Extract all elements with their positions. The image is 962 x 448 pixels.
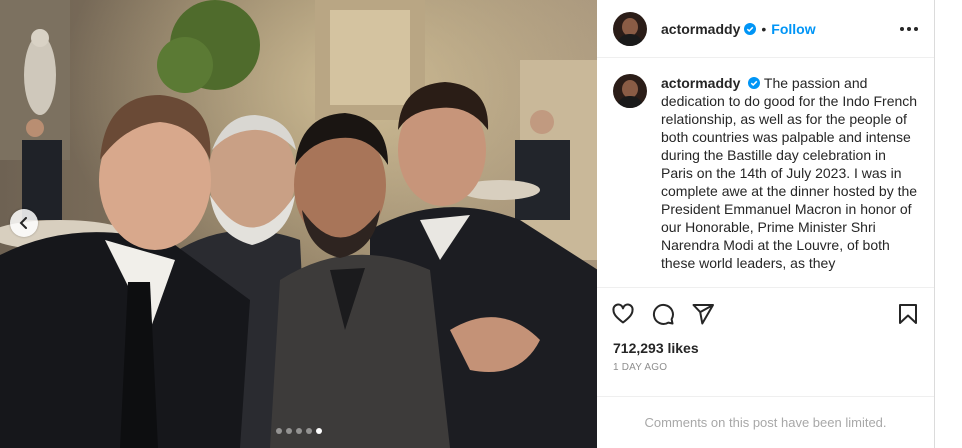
carousel-dot [305, 428, 312, 434]
carousel-prev-button[interactable] [10, 209, 38, 237]
carousel-dot [285, 428, 292, 434]
caption-text: actormaddy The passion and dedication to… [661, 74, 918, 287]
group-selfie-photo [0, 0, 597, 448]
carousel-dot [295, 428, 302, 434]
follow-button[interactable]: Follow [771, 21, 815, 37]
action-bar [597, 288, 934, 340]
heart-icon[interactable] [611, 302, 635, 326]
avatar[interactable] [613, 11, 647, 46]
more-options-icon[interactable] [900, 21, 918, 37]
likes-count[interactable]: 712,293 likes [597, 340, 934, 356]
carousel-dot [275, 428, 282, 434]
verified-badge-icon [744, 22, 757, 35]
caption-body: The passion and dedication to do good fo… [661, 75, 918, 271]
share-icon[interactable] [691, 302, 715, 326]
carousel-indicator [0, 428, 597, 434]
caption-username-link[interactable]: actormaddy [661, 75, 740, 91]
chevron-left-icon [19, 217, 27, 229]
post-timestamp[interactable]: 1 DAY AGO [597, 356, 934, 373]
post-container: actormaddy • Follow actormaddy The passi… [0, 0, 935, 448]
comments-limited-notice: Comments on this post have been limited. [597, 396, 934, 448]
avatar[interactable] [613, 74, 647, 108]
post-photo[interactable] [0, 0, 597, 448]
post-side-panel: actormaddy • Follow actormaddy The passi… [597, 0, 934, 448]
bookmark-icon[interactable] [896, 302, 920, 326]
verified-badge-icon [748, 77, 761, 89]
carousel-dot-active [315, 428, 322, 434]
post-header: actormaddy • Follow [597, 0, 934, 58]
caption-section: actormaddy The passion and dedication to… [597, 58, 934, 288]
comment-icon[interactable] [651, 302, 675, 326]
username-link[interactable]: actormaddy [661, 21, 740, 37]
separator-dot: • [761, 20, 767, 37]
